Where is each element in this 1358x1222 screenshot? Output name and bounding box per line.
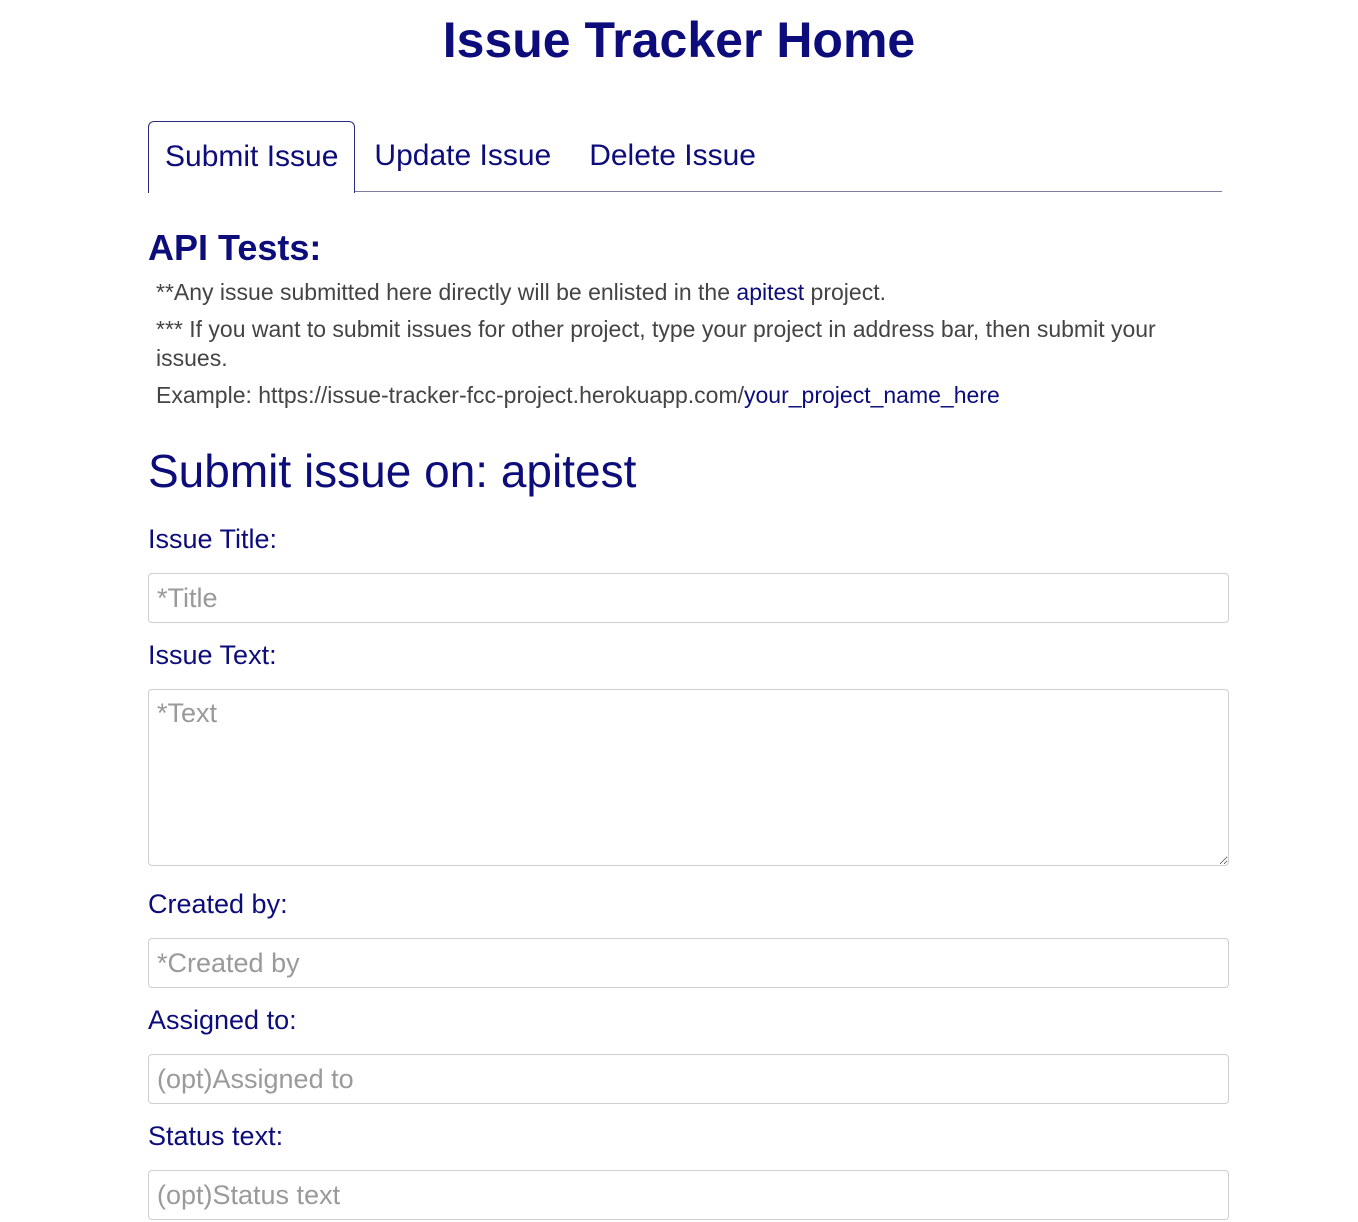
tab-bar: Submit Issue Update Issue Delete Issue: [148, 119, 1222, 193]
api-notes: **Any issue submitted here directly will…: [156, 278, 1216, 418]
tab-submit-issue[interactable]: Submit Issue: [148, 120, 356, 193]
page-title: Issue Tracker Home: [442, 12, 916, 68]
issue-text-textarea[interactable]: [148, 689, 1229, 866]
tab-update-issue[interactable]: Update Issue: [355, 121, 570, 191]
created-by-label: Created by:: [148, 889, 288, 919]
example-project-link[interactable]: your_project_name_here: [744, 382, 1000, 408]
status-text-input[interactable]: [148, 1170, 1229, 1220]
api-note-apitest-prefix: **Any issue submitted here directly will…: [156, 279, 737, 305]
issue-text-label: Issue Text:: [148, 640, 277, 670]
api-note-example-prefix: Example: https://issue-tracker-fcc-proje…: [156, 382, 745, 408]
created-by-input[interactable]: [148, 938, 1229, 988]
status-text-label: Status text:: [148, 1121, 284, 1151]
api-note-example: Example: https://issue-tracker-fcc-proje…: [156, 381, 1216, 410]
issue-title-label: Issue Title:: [148, 524, 278, 554]
tab-delete-issue[interactable]: Delete Issue: [570, 121, 775, 191]
api-note-apitest-suffix: project.: [804, 279, 886, 305]
submit-form-heading: Submit issue on: apitest: [148, 445, 637, 497]
issue-title-input[interactable]: [148, 573, 1229, 623]
api-note-other-project: *** If you want to submit issues for oth…: [156, 316, 1156, 371]
assigned-to-label: Assigned to:: [148, 1005, 297, 1035]
api-note-apitest: **Any issue submitted here directly will…: [156, 278, 1216, 307]
assigned-to-input[interactable]: [148, 1054, 1229, 1104]
apitest-link[interactable]: apitest: [736, 279, 804, 305]
api-tests-heading: API Tests:: [148, 227, 322, 268]
